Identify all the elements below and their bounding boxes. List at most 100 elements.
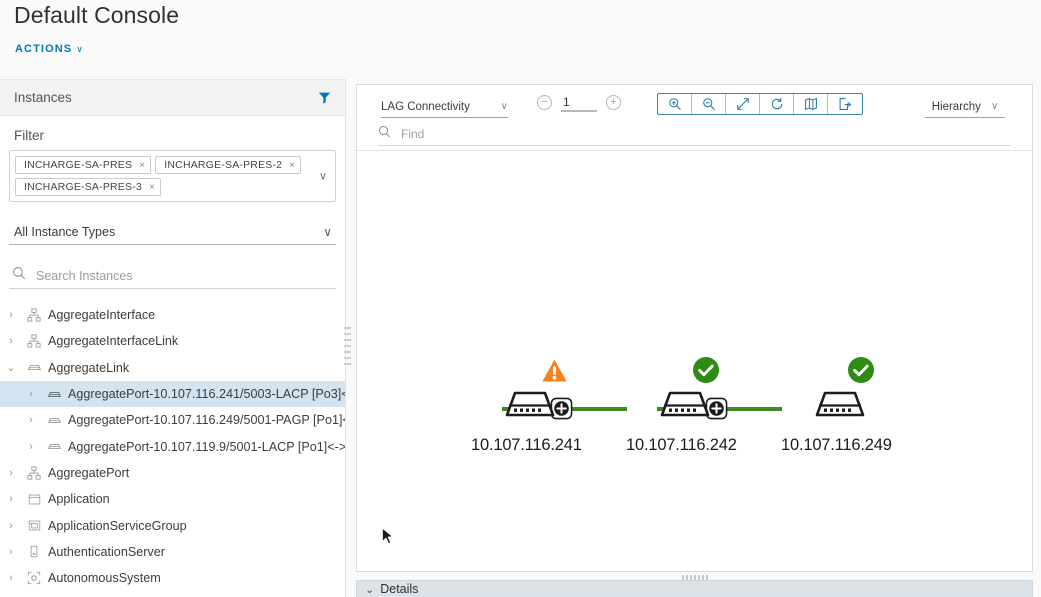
chevron-right-icon[interactable]: › — [0, 493, 22, 505]
close-icon[interactable]: × — [289, 160, 295, 171]
topology-node-label: 10.107.116.242 — [626, 436, 737, 454]
funnel-icon[interactable] — [318, 91, 331, 104]
depth-value[interactable]: 1 — [561, 95, 597, 112]
topology-toolbar: LAG Connectivity ∨ − 1 + Hierarchy ∨ Fin… — [357, 85, 1032, 151]
chevron-right-icon[interactable]: › — [20, 388, 42, 400]
topology-canvas[interactable]: 10.107.116.241 10.107.116.242 10.107.116… — [357, 151, 1032, 571]
chevron-right-icon[interactable]: › — [0, 520, 22, 532]
app-root: Default Console ACTIONS ∨ Instances Filt… — [0, 0, 1041, 597]
topology-node-label: 10.107.116.241 — [471, 436, 582, 454]
tree-item-autonomoussystem[interactable]: › AutonomousSystem — [0, 565, 345, 591]
filter-tag-label: INCHARGE-SA-PRES — [24, 159, 133, 171]
tree-item-authenticationserver[interactable]: › AuthenticationServer — [0, 539, 345, 565]
increment-button[interactable]: + — [606, 95, 621, 110]
filter-tag[interactable]: INCHARGE-SA-PRES × — [15, 156, 152, 174]
page-title: Default Console — [14, 2, 180, 28]
details-label: Details — [380, 582, 419, 596]
close-icon[interactable]: × — [149, 182, 155, 193]
filter-tags-input[interactable]: INCHARGE-SA-PRES × INCHARGE-SA-PRES-2 × … — [9, 150, 336, 202]
find-row[interactable] — [378, 123, 1011, 146]
tree-item-aggregateport-119-9[interactable]: › AggregatePort-10.107.119.9/5001-LACP [… — [0, 433, 345, 459]
export-icon[interactable] — [828, 94, 862, 114]
search-input[interactable] — [34, 267, 284, 284]
chevron-right-icon[interactable]: › — [0, 572, 22, 584]
zoom-out-icon[interactable] — [692, 94, 726, 114]
topology-panel: LAG Connectivity ∨ − 1 + Hierarchy ∨ Fin… — [356, 84, 1033, 572]
layout-select-value: Hierarchy — [931, 100, 981, 113]
tree-item-aggregateport-249[interactable]: › AggregatePort-10.107.116.249/5001-PAGP… — [0, 407, 345, 433]
tree-item-aggregateinterfacelink[interactable]: › AggregateInterfaceLink — [0, 328, 345, 354]
map-icon[interactable] — [794, 94, 828, 114]
topology-node-label: 10.107.116.249 — [781, 436, 892, 454]
status-badge-ok[interactable] — [847, 356, 875, 389]
find-input[interactable] — [399, 126, 599, 142]
instance-type-value: All Instance Types — [14, 224, 116, 239]
window-icon — [22, 493, 46, 506]
tree-item-application[interactable]: › Application — [0, 486, 345, 512]
tree-item-applicationservicegroup[interactable]: › ApplicationServiceGroup — [0, 512, 345, 538]
mouse-cursor — [382, 527, 394, 546]
chevron-down-icon[interactable]: ⌄ — [365, 583, 374, 596]
chevron-right-icon[interactable]: › — [0, 309, 22, 321]
depth-stepper: − 1 + — [537, 95, 621, 112]
instances-panel-title: Instances — [14, 90, 72, 105]
chevron-down-icon: ∨ — [76, 43, 84, 54]
tree-item-label: AggregatePort-10.107.116.249/5001-PAGP [… — [68, 413, 345, 428]
tree-item-label: AggregateInterfaceLink — [48, 334, 179, 349]
tree-item-aggregateinterface[interactable]: › AggregateInterface — [0, 302, 345, 328]
chevron-down-icon[interactable]: ⌄ — [0, 361, 22, 374]
filter-tag[interactable]: INCHARGE-SA-PRES-3 × — [15, 178, 161, 196]
view-select-value: LAG Connectivity — [381, 100, 470, 113]
hierarchy-icon — [22, 334, 46, 348]
tree-item-label: AuthenticationServer — [48, 544, 165, 559]
tree-item-label: ApplicationServiceGroup — [48, 518, 187, 533]
chevron-down-icon: ∨ — [323, 224, 332, 239]
instances-panel: Instances Filter INCHARGE-SA-PRES × INCH… — [0, 79, 351, 597]
details-panel-header[interactable]: ⌄ Details — [356, 580, 1033, 597]
close-icon[interactable]: × — [139, 160, 145, 171]
tree-item-label: Application — [48, 492, 110, 507]
filter-tag-label: INCHARGE-SA-PRES-2 — [164, 159, 283, 171]
tree-item-label: AggregatePort — [48, 465, 130, 480]
layout-select[interactable]: Hierarchy ∨ — [925, 96, 1005, 118]
decrement-button[interactable]: − — [537, 95, 552, 110]
link-icon — [42, 439, 66, 454]
search-icon — [378, 125, 391, 143]
instances-panel-header: Instances — [0, 80, 345, 116]
filter-label: Filter — [14, 128, 44, 143]
chevron-right-icon[interactable]: › — [0, 335, 22, 347]
link-icon — [42, 387, 66, 402]
tree-item-label: AggregatePort-10.107.116.241/5003-LACP [… — [68, 387, 345, 402]
filter-tag[interactable]: INCHARGE-SA-PRES-2 × — [155, 156, 302, 174]
view-select[interactable]: LAG Connectivity ∨ — [381, 96, 508, 118]
chevron-right-icon[interactable]: › — [0, 546, 22, 558]
panel-resize-handle[interactable] — [344, 325, 351, 367]
refresh-icon[interactable] — [760, 94, 794, 114]
chevron-right-icon[interactable]: › — [0, 467, 22, 479]
tree-item-aggregateport[interactable]: › AggregatePort — [0, 460, 345, 486]
search-icon — [12, 266, 26, 285]
hierarchy-icon — [22, 308, 46, 322]
tree-item-label: AggregateInterface — [48, 308, 156, 323]
chevron-down-icon: ∨ — [990, 101, 999, 112]
topology-tool-buttons — [657, 93, 863, 115]
tree-item-bgpservice[interactable]: › BGPService — [0, 591, 345, 597]
status-badge-warning[interactable] — [540, 357, 569, 389]
status-badge-ok[interactable] — [692, 356, 720, 389]
grip-icon — [681, 574, 708, 580]
chevron-right-icon[interactable]: › — [20, 441, 42, 453]
tree-item-aggregateport-241[interactable]: › AggregatePort-10.107.116.241/5003-LACP… — [0, 380, 345, 408]
chevron-right-icon[interactable]: › — [20, 414, 42, 426]
hierarchy-icon — [22, 466, 46, 480]
chevron-down-icon[interactable]: ∨ — [319, 170, 327, 183]
tree-item-label: AutonomousSystem — [48, 571, 161, 586]
tree-item-aggregatelink[interactable]: ⌄ AggregateLink — [0, 355, 345, 381]
fit-to-screen-icon[interactable] — [726, 94, 760, 114]
instance-type-select[interactable]: All Instance Types ∨ — [9, 219, 336, 245]
zoom-in-icon[interactable] — [658, 94, 692, 114]
link-icon — [42, 413, 66, 428]
tree-item-label: AggregatePort-10.107.119.9/5001-LACP [Po… — [68, 439, 345, 454]
link-icon — [22, 360, 46, 375]
search-instances-row[interactable] — [9, 263, 336, 289]
actions-menu-button[interactable]: ACTIONS ∨ — [15, 43, 84, 55]
